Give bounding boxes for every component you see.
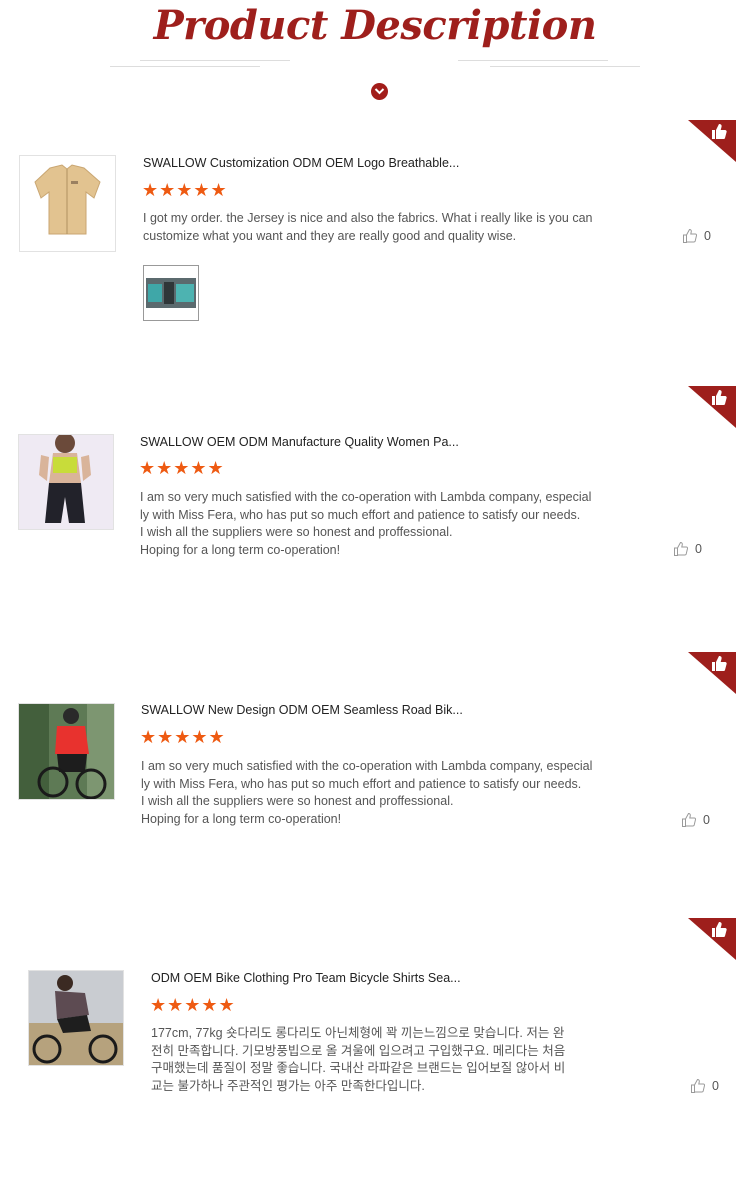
divider-left-top	[140, 60, 290, 61]
review-line: 전히 만족합니다. 기모방풍빕으로 올 겨울에 입으려고 구입했구요. 메리다는…	[151, 1043, 566, 1058]
thumbs-up-corner-icon	[688, 386, 736, 428]
product-image[interactable]	[18, 703, 115, 800]
review-line: I wish all the suppliers were so honest …	[140, 525, 453, 539]
page-header: Product Description	[0, 0, 750, 110]
thumbs-up-corner-icon	[688, 918, 736, 960]
thumbs-up-corner-icon	[688, 120, 736, 162]
review-card: SWALLOW OEM ODM Manufacture Quality Wome…	[0, 386, 750, 626]
like-button[interactable]: 0	[673, 541, 702, 557]
review-line: I wish all the suppliers were so honest …	[141, 794, 454, 808]
like-count: 0	[703, 813, 710, 827]
page-title: Product Description	[153, 2, 597, 49]
divider-right-top	[458, 60, 608, 61]
like-count: 0	[712, 1079, 719, 1093]
review-line: Hoping for a long term co-operation!	[141, 811, 342, 826]
thumbs-up-corner-icon	[688, 652, 736, 694]
review-card: SWALLOW Customization ODM OEM Logo Breat…	[0, 120, 750, 360]
thumbs-up-outline-icon	[691, 1078, 706, 1093]
product-image[interactable]	[28, 970, 124, 1066]
divider-left	[110, 66, 260, 67]
review-photo-attachment[interactable]	[143, 265, 199, 321]
rating-stars: ★★★★★	[150, 995, 236, 1015]
review-line: 구매했는데 품질이 정말 좋습니다. 국내산 라파같은 브랜드는 입어보질 않아…	[151, 1061, 566, 1075]
review-text: 177cm, 77kg 숏다리도 롱다리도 아닌체형에 꽉 끼는느낌으로 맞습니…	[151, 1025, 565, 1095]
review-line: 교는 불가하나 주관적인 평가는 아주 만족한다입니다.	[151, 1078, 425, 1093]
review-line: customize what you want and they are rea…	[143, 228, 517, 243]
review-line: I am so very much satisfied with the co-…	[140, 490, 592, 504]
review-line: ly with Miss Fera, who has put so much e…	[141, 776, 582, 791]
like-count: 0	[704, 229, 711, 243]
review-card: ODM OEM Bike Clothing Pro Team Bicycle S…	[0, 918, 750, 1168]
like-count: 0	[695, 542, 702, 556]
like-button[interactable]: 0	[681, 812, 710, 828]
like-button[interactable]: 0	[690, 1078, 719, 1094]
product-title[interactable]: SWALLOW Customization ODM OEM Logo Breat…	[143, 156, 459, 170]
review-text: I am so very much satisfied with the co-…	[141, 758, 592, 828]
thumbs-up-outline-icon	[682, 812, 697, 827]
product-title[interactable]: SWALLOW OEM ODM Manufacture Quality Wome…	[140, 435, 459, 449]
review-text: I am so very much satisfied with the co-…	[140, 489, 591, 559]
review-line: 177cm, 77kg 숏다리도 롱다리도 아닌체형에 꽉 끼는느낌으로 맞습니…	[151, 1026, 565, 1040]
divider-right	[490, 66, 640, 67]
review-line: I am so very much satisfied with the co-…	[141, 759, 593, 773]
review-line: I got my order. the Jersey is nice and a…	[143, 211, 593, 225]
review-line: ly with Miss Fera, who has put so much e…	[140, 507, 581, 522]
chevron-down-icon[interactable]	[371, 83, 388, 100]
product-title[interactable]: SWALLOW New Design ODM OEM Seamless Road…	[141, 703, 463, 717]
rating-stars: ★★★★★	[139, 458, 225, 478]
review-card: SWALLOW New Design ODM OEM Seamless Road…	[0, 652, 750, 892]
rating-stars: ★★★★★	[142, 180, 228, 200]
rating-stars: ★★★★★	[140, 727, 226, 747]
like-button[interactable]: 0	[682, 228, 711, 244]
review-line: Hoping for a long term co-operation!	[140, 542, 341, 557]
review-text: I got my order. the Jersey is nice and a…	[143, 210, 593, 245]
product-title[interactable]: ODM OEM Bike Clothing Pro Team Bicycle S…	[151, 971, 461, 985]
product-image[interactable]	[18, 434, 114, 530]
thumbs-up-outline-icon	[683, 228, 698, 243]
thumbs-up-outline-icon	[674, 541, 689, 556]
product-image[interactable]	[19, 155, 116, 252]
